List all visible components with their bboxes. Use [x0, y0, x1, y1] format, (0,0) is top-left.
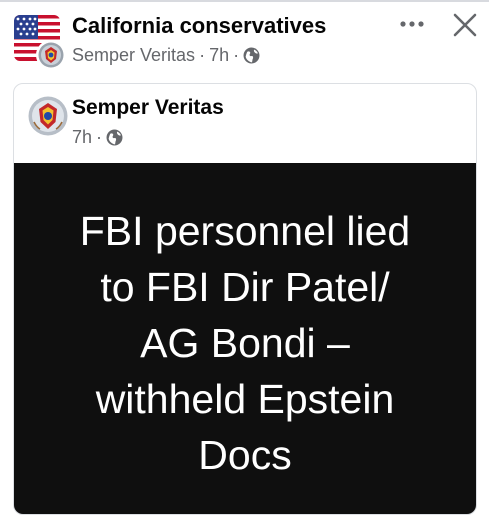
- post-time[interactable]: 7h: [209, 45, 229, 66]
- group-name[interactable]: California conservatives: [72, 13, 326, 39]
- image-text-line: to FBI Dir Patel/: [100, 264, 390, 310]
- globe-icon: [243, 47, 260, 64]
- close-icon[interactable]: [452, 12, 478, 38]
- meta-separator: ·: [233, 45, 240, 65]
- globe-icon: [106, 129, 123, 146]
- shared-page-name[interactable]: Semper Veritas: [72, 96, 224, 120]
- poster-name[interactable]: Semper Veritas: [72, 45, 195, 66]
- meta-separator: ·: [199, 45, 206, 65]
- image-text-line: FBI personnel lied: [79, 208, 411, 254]
- shared-post-card[interactable]: Semper Veritas 7h · FBI personnel lied t…: [13, 83, 477, 515]
- post-image[interactable]: FBI personnel lied to FBI Dir Patel/ AG …: [14, 163, 476, 514]
- more-horizontal-icon[interactable]: [398, 14, 426, 34]
- image-text-line: AG Bondi –: [140, 320, 350, 366]
- top-divider: [0, 0, 489, 2]
- emblem-icon: [38, 42, 64, 68]
- shared-post-meta: 7h ·: [72, 127, 123, 148]
- meta-separator: ·: [96, 127, 103, 147]
- post-meta: Semper Veritas · 7h ·: [72, 45, 260, 66]
- page-avatar-emblem-icon[interactable]: [28, 96, 68, 136]
- image-caption-text: FBI personnel lied to FBI Dir Patel/ AG …: [14, 203, 476, 483]
- shared-post-time[interactable]: 7h: [72, 127, 92, 148]
- image-text-line: withheld Epstein: [95, 376, 395, 422]
- poster-avatar[interactable]: [36, 40, 66, 70]
- image-text-line: Docs: [198, 432, 292, 478]
